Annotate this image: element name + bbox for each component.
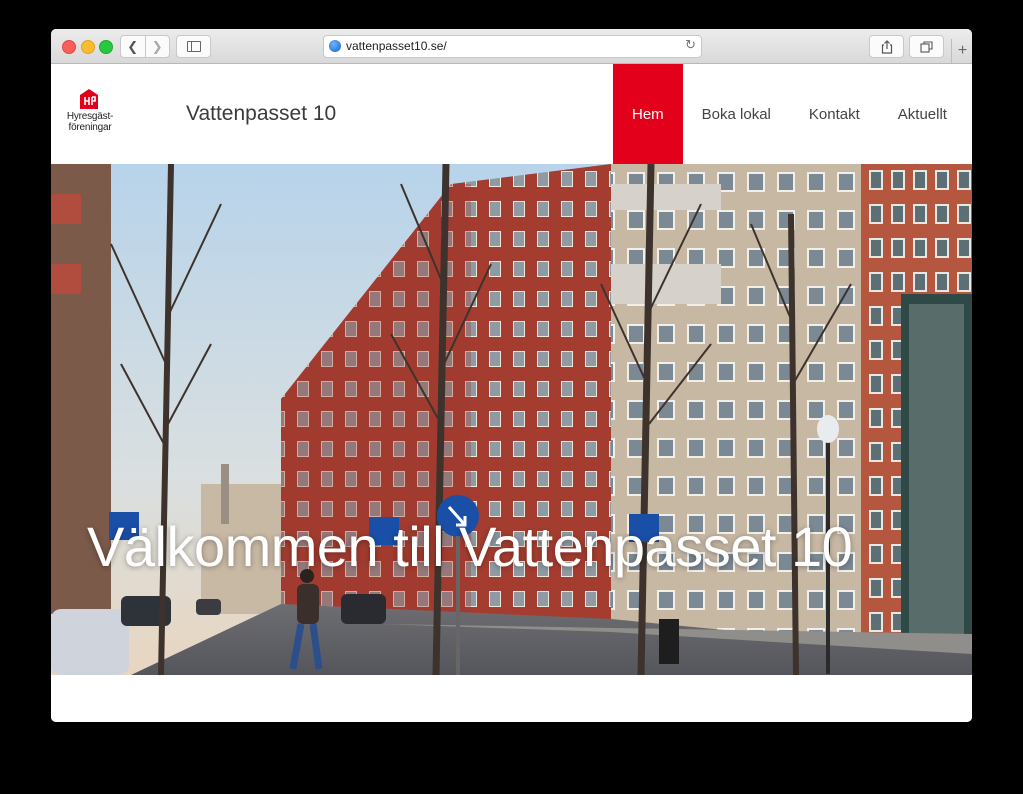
tab-overview-button[interactable] [909, 35, 944, 58]
zoom-window-button[interactable] [99, 40, 113, 54]
sidebar-icon [186, 41, 201, 52]
new-tab-button[interactable]: + [951, 39, 972, 63]
nav-item-aktuellt[interactable]: Aktuellt [879, 64, 966, 164]
street-photo [51, 164, 972, 675]
logo-wordmark: Hyresgäst- föreningar [59, 111, 121, 133]
chevron-right-icon: ❯ [151, 38, 163, 54]
url-text[interactable]: vattenpasset10.se/ [346, 39, 447, 53]
chevron-left-icon: ❮ [127, 38, 139, 54]
tabs-overview-icon [920, 40, 933, 53]
nav-item-kontakt[interactable]: Kontakt [790, 64, 879, 164]
hyresgastforeningen-logo[interactable]: Hyresgäst- föreningar [59, 88, 119, 140]
history-nav: ❮ ❯ [120, 35, 170, 58]
main-nav: Hem Boka lokal Kontakt Aktuellt [613, 64, 966, 164]
globe-icon [329, 40, 341, 52]
site-header: Hyresgäst- föreningar Vattenpasset 10 He… [51, 64, 972, 164]
browser-toolbar: ❮ ❯ vattenpasset10.se/ ↻ + [51, 29, 972, 64]
hero-title: Välkommen till Vattenpasset 10 [87, 515, 853, 578]
hero-banner: Välkommen till Vattenpasset 10 [51, 164, 972, 675]
site-title[interactable]: Vattenpasset 10 [186, 102, 336, 126]
logo-line-1: Hyresgäst- [66, 111, 114, 122]
share-button[interactable] [869, 35, 904, 58]
sidebar-toggle-button[interactable] [176, 35, 211, 58]
nav-item-boka-lokal[interactable]: Boka lokal [683, 64, 790, 164]
nav-item-hem[interactable]: Hem [613, 64, 683, 164]
back-button[interactable]: ❮ [121, 36, 145, 57]
reload-icon[interactable]: ↻ [685, 37, 696, 53]
page-content-area [51, 675, 972, 722]
house-logo-icon [80, 89, 98, 109]
address-bar[interactable]: vattenpasset10.se/ ↻ [323, 35, 702, 58]
minimize-window-button[interactable] [81, 40, 95, 54]
logo-line-2: föreningar [68, 122, 112, 133]
browser-window: ❮ ❯ vattenpasset10.se/ ↻ + Hyresgäst- fö… [51, 29, 972, 722]
close-window-button[interactable] [62, 40, 76, 54]
share-icon [881, 39, 892, 54]
forward-button[interactable]: ❯ [144, 36, 170, 57]
